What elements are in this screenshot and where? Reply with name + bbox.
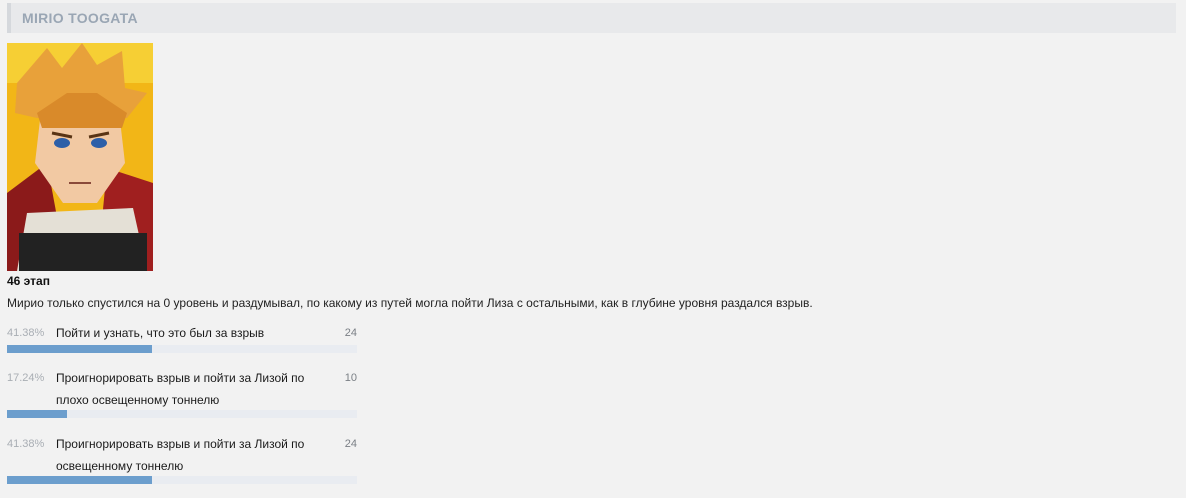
- poll-option[interactable]: 17.24% Проигнорировать взрыв и пойти за …: [7, 371, 357, 418]
- poll-option-votes: 24: [344, 327, 357, 339]
- poll-option-votes: 24: [344, 438, 357, 450]
- poll-option-label: Проигнорировать взрыв и пойти за Лизой п…: [56, 437, 305, 473]
- poll-bar-track: [7, 410, 357, 418]
- poll-option-votes: 10: [344, 372, 357, 384]
- poll-bar-fill: [7, 410, 68, 418]
- section-title: MIRIO TOOGATA: [22, 10, 138, 26]
- poll-bar-fill: [7, 476, 152, 484]
- stage-title: 46 этап: [7, 274, 50, 288]
- poll-bar-fill: [7, 345, 152, 353]
- poll-option[interactable]: 41.38% Проигнорировать взрыв и пойти за …: [7, 437, 357, 484]
- poll-option-label: Проигнорировать взрыв и пойти за Лизой п…: [56, 371, 305, 407]
- poll-option-percent: 41.38%: [7, 327, 45, 339]
- poll-bar-track: [7, 476, 357, 484]
- poll-option[interactable]: 41.38% Пойти и узнать, что это был за вз…: [7, 326, 357, 353]
- poll-option-percent: 41.38%: [7, 438, 45, 450]
- poll-option-percent: 17.24%: [7, 372, 45, 384]
- post-description: Мирио только спустился на 0 уровень и ра…: [7, 296, 813, 310]
- poll-option-label: Пойти и узнать, что это был за взрыв: [56, 326, 265, 340]
- section-header: MIRIO TOOGATA: [7, 3, 1176, 33]
- poll-bar-track: [7, 345, 357, 353]
- character-avatar: [7, 43, 153, 271]
